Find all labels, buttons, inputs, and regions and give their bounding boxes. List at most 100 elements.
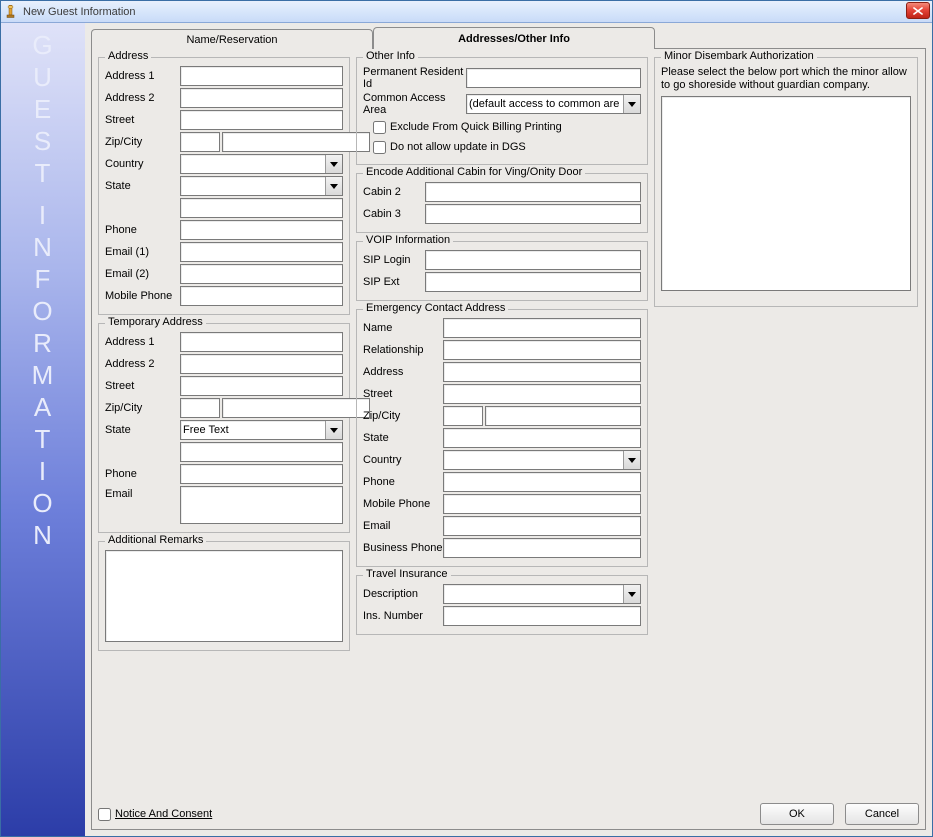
group-minor: Minor Disembark Authorization Please sel…	[654, 57, 918, 307]
email1-input[interactable]	[180, 242, 343, 262]
label-country: Country	[105, 158, 180, 170]
group-emergency: Emergency Contact Address Name Relations…	[356, 309, 648, 567]
tab-addresses-other-info[interactable]: Addresses/Other Info	[373, 27, 655, 49]
mobile-input[interactable]	[180, 286, 343, 306]
group-temp-address: Temporary Address Address 1 Address 2 St…	[98, 323, 350, 533]
emerg-zip-input[interactable]	[443, 406, 483, 426]
group-voip: VOIP Information SIP Login SIP Ext	[356, 241, 648, 301]
cancel-button[interactable]: Cancel	[845, 803, 919, 825]
street-input[interactable]	[180, 110, 343, 130]
cabin3-input[interactable]	[425, 204, 641, 224]
country-select[interactable]	[180, 154, 343, 174]
group-insurance: Travel Insurance Description Ins. Number	[356, 575, 648, 635]
label-ins-desc: Description	[363, 588, 443, 600]
phone-input[interactable]	[180, 220, 343, 240]
label-sip-login: SIP Login	[363, 254, 425, 266]
group-remarks-legend: Additional Remarks	[105, 534, 206, 546]
temp-state-extra-input[interactable]	[180, 442, 343, 462]
minor-instruction: Please select the below port which the m…	[661, 66, 911, 92]
sip-login-input[interactable]	[425, 250, 641, 270]
tab-panel: Address Address 1 Address 2 Street Zip/C…	[91, 48, 926, 830]
label-emerg-relationship: Relationship	[363, 344, 443, 356]
label-cabin3: Cabin 3	[363, 208, 425, 220]
label-no-dgs: Do not allow update in DGS	[390, 141, 526, 153]
address1-input[interactable]	[180, 66, 343, 86]
address2-input[interactable]	[180, 88, 343, 108]
no-dgs-checkbox[interactable]	[373, 141, 386, 154]
email2-input[interactable]	[180, 264, 343, 284]
group-emergency-legend: Emergency Contact Address	[363, 302, 508, 314]
group-voip-legend: VOIP Information	[363, 234, 453, 246]
exclude-billing-checkbox[interactable]	[373, 121, 386, 134]
label-cabin2: Cabin 2	[363, 186, 425, 198]
notice-consent-checkbox[interactable]	[98, 808, 111, 821]
group-address-legend: Address	[105, 50, 151, 62]
group-other-legend: Other Info	[363, 50, 418, 62]
ins-num-input[interactable]	[443, 606, 641, 626]
window-title: New Guest Information	[23, 6, 136, 18]
label-exclude-billing: Exclude From Quick Billing Printing	[390, 121, 562, 133]
label-temp-address1: Address 1	[105, 336, 180, 348]
label-emerg-state: State	[363, 432, 443, 444]
remarks-textarea[interactable]	[105, 550, 343, 642]
titlebar: New Guest Information	[1, 1, 932, 23]
group-cabin-legend: Encode Additional Cabin for Ving/Onity D…	[363, 166, 585, 178]
tab-strip: Name/Reservation Addresses/Other Info	[91, 27, 926, 49]
tab-name-reservation[interactable]: Name/Reservation	[91, 29, 373, 49]
emerg-email-input[interactable]	[443, 516, 641, 536]
emerg-address-input[interactable]	[443, 362, 641, 382]
label-emerg-name: Name	[363, 322, 443, 334]
temp-phone-input[interactable]	[180, 464, 343, 484]
label-notice-consent[interactable]: Notice And Consent	[115, 808, 212, 820]
main-panel: Name/Reservation Addresses/Other Info Ad…	[85, 23, 932, 836]
emerg-state-input[interactable]	[443, 428, 641, 448]
sip-ext-input[interactable]	[425, 272, 641, 292]
group-remarks: Additional Remarks	[98, 541, 350, 651]
temp-email-input[interactable]	[180, 486, 343, 524]
temp-address2-input[interactable]	[180, 354, 343, 374]
label-ins-num: Ins. Number	[363, 610, 443, 622]
temp-state-select[interactable]	[180, 420, 343, 440]
emerg-relationship-input[interactable]	[443, 340, 641, 360]
close-button[interactable]	[906, 2, 930, 19]
emerg-mobile-input[interactable]	[443, 494, 641, 514]
label-phone: Phone	[105, 224, 180, 236]
temp-city-input[interactable]	[222, 398, 370, 418]
zip-input[interactable]	[180, 132, 220, 152]
label-address1: Address 1	[105, 70, 180, 82]
label-street: Street	[105, 114, 180, 126]
emerg-phone-input[interactable]	[443, 472, 641, 492]
ins-desc-select[interactable]	[443, 584, 641, 604]
emerg-name-input[interactable]	[443, 318, 641, 338]
label-address2: Address 2	[105, 92, 180, 104]
city-input[interactable]	[222, 132, 370, 152]
permres-input[interactable]	[466, 68, 641, 88]
label-emerg-email: Email	[363, 520, 443, 532]
group-cabin: Encode Additional Cabin for Ving/Onity D…	[356, 173, 648, 233]
label-emerg-mobile: Mobile Phone	[363, 498, 443, 510]
temp-address1-input[interactable]	[180, 332, 343, 352]
label-permres: Permanent Resident Id	[363, 66, 466, 90]
group-temp-legend: Temporary Address	[105, 316, 206, 328]
emerg-business-input[interactable]	[443, 538, 641, 558]
label-state: State	[105, 180, 180, 192]
cabin2-input[interactable]	[425, 182, 641, 202]
ok-button[interactable]: OK	[760, 803, 834, 825]
state-select[interactable]	[180, 176, 343, 196]
label-emerg-business: Business Phone	[363, 542, 443, 554]
state-extra-input[interactable]	[180, 198, 343, 218]
group-address: Address Address 1 Address 2 Street Zip/C…	[98, 57, 350, 315]
temp-zip-input[interactable]	[180, 398, 220, 418]
minor-port-list[interactable]	[661, 96, 911, 291]
label-temp-email: Email	[105, 486, 180, 500]
emerg-country-select[interactable]	[443, 450, 641, 470]
emerg-city-input[interactable]	[485, 406, 641, 426]
app-icon	[5, 5, 19, 19]
emerg-street-input[interactable]	[443, 384, 641, 404]
caa-select[interactable]	[466, 94, 641, 114]
label-emerg-address: Address	[363, 366, 443, 378]
group-insurance-legend: Travel Insurance	[363, 568, 451, 580]
temp-street-input[interactable]	[180, 376, 343, 396]
label-email2: Email (2)	[105, 268, 180, 280]
label-email1: Email (1)	[105, 246, 180, 258]
